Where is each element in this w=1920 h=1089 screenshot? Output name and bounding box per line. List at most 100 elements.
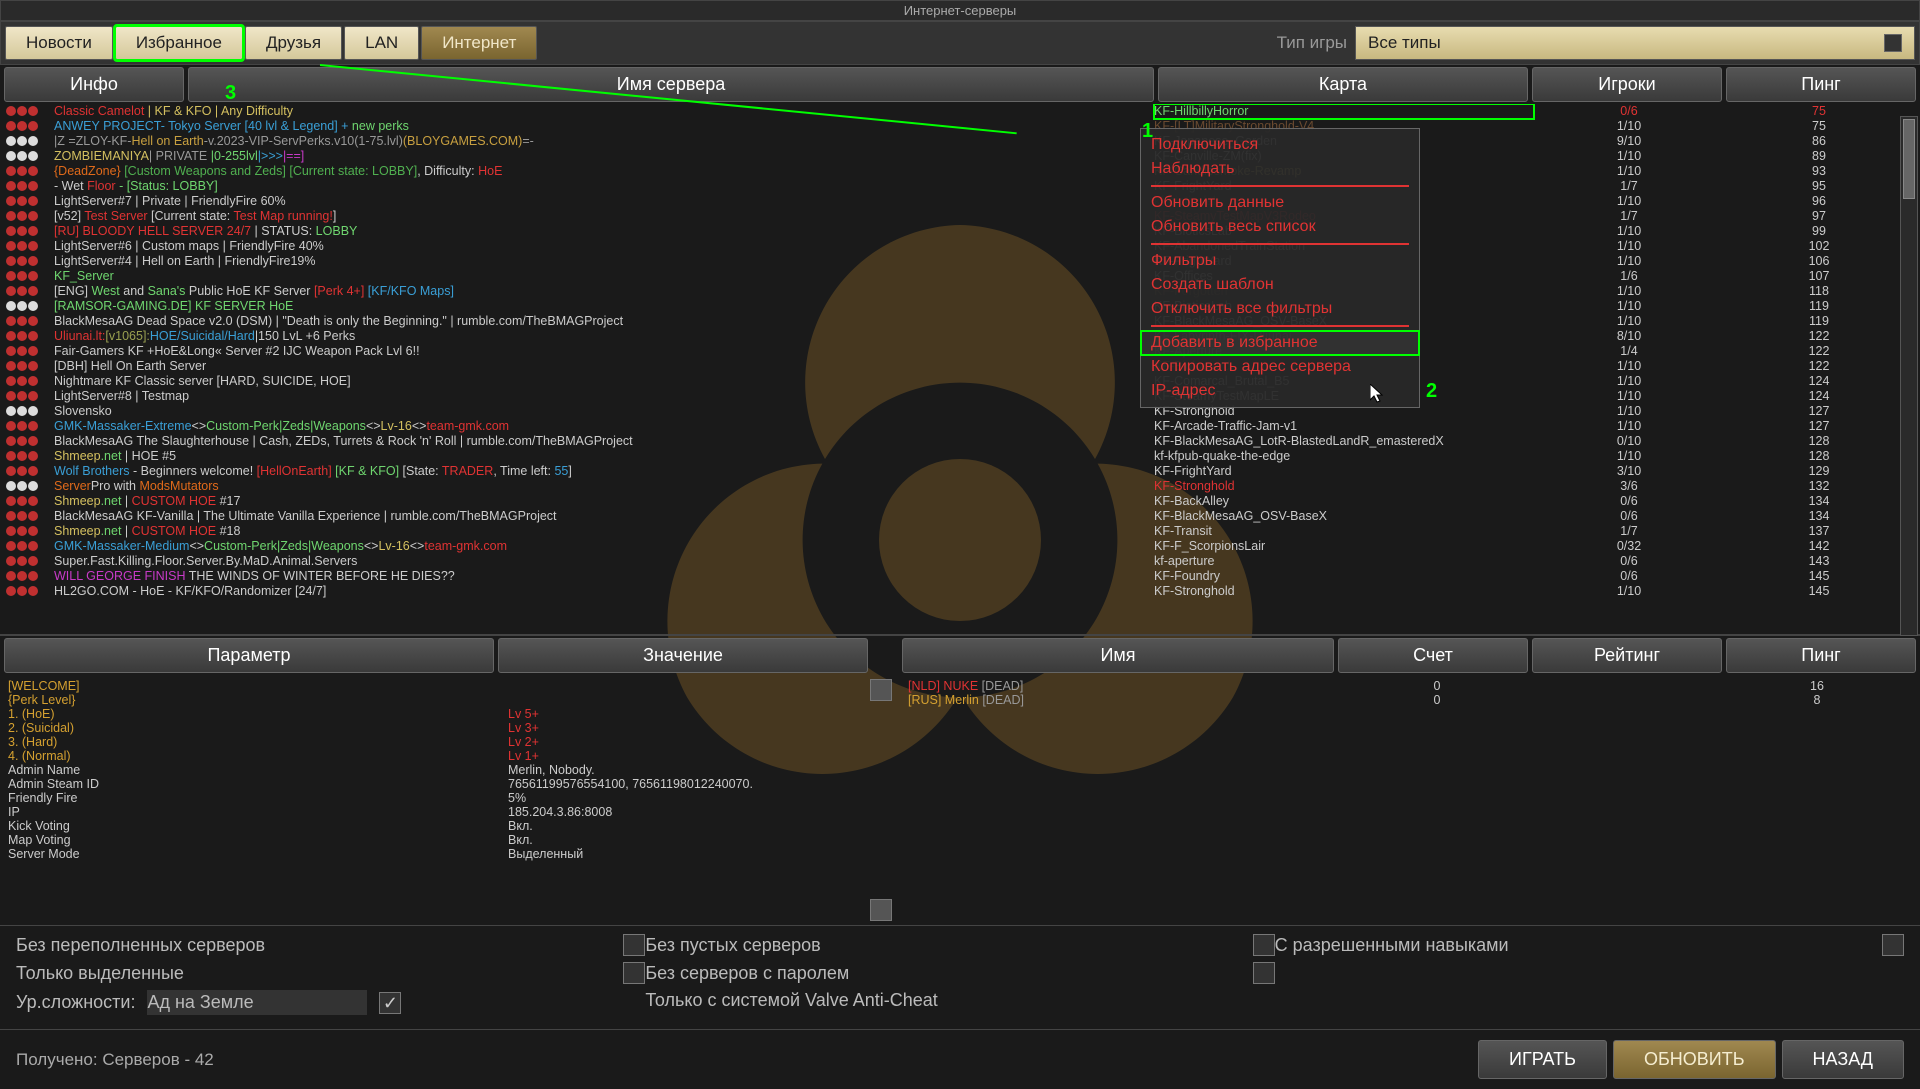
col-param[interactable]: Параметр [4,638,494,673]
tab-LAN[interactable]: LAN [344,26,419,60]
scroll-down-icon[interactable] [870,899,892,921]
param-row: Map Voting [8,833,492,847]
value-row: Вкл. [508,819,862,833]
difficulty-select[interactable]: Ад на Земле [147,990,367,1015]
server-row[interactable]: [RAMSOR-GAMING.DE] KF SERVER HoEKF-Bioti… [0,299,1920,314]
server-row[interactable]: Nightmare KF Classic server [HARD, SUICI… [0,374,1920,389]
annotation-2: 2 [1426,380,1437,403]
param-row: 1. (HoE) [8,707,492,721]
ctx-Подключиться[interactable]: Подключиться [1141,133,1419,157]
ctx-Копировать адрес сервера[interactable]: Копировать адрес сервера [1141,355,1419,379]
server-row[interactable]: BlackMesaAG Dead Space v2.0 (DSM) | "Dea… [0,314,1920,329]
col-map[interactable]: Карта [1158,67,1528,102]
col-score[interactable]: Счет [1338,638,1528,673]
filter-dedicated-checkbox[interactable] [623,962,645,984]
value-row: Merlin, Nobody. [508,763,862,777]
detail-values: Lv 5+Lv 3+Lv 2+Lv 1+ Merlin, Nobody.7656… [500,675,870,925]
value-row: Lv 1+ [508,749,862,763]
server-row[interactable]: BlackMesaAG KF-Vanilla | The Ultimate Va… [0,509,1920,524]
filter-vac-label: Только с системой Valve Anti-Cheat [645,990,1274,1011]
col-player-ping[interactable]: Пинг [1726,638,1916,673]
server-row[interactable]: Super.Fast.Killing.Floor.Server.By.MaD.A… [0,554,1920,569]
col-players[interactable]: Игроки [1532,67,1722,102]
scrollbar[interactable] [1900,116,1918,636]
col-server-name[interactable]: Имя сервера [188,67,1154,102]
value-row: 76561199576554100, 76561198012240070. [508,777,862,791]
server-row[interactable]: [DBH] Hell On Earth ServerKF-Biohazard1/… [0,359,1920,374]
ctx-IP-адрес[interactable]: IP-адрес [1141,379,1419,403]
ctx-Создать шаблон[interactable]: Создать шаблон [1141,273,1419,297]
server-row[interactable]: ANWEY PROJECT- Tokyo Server [40 lvl & Le… [0,119,1920,134]
server-row[interactable]: {DeadZone} [Custom Weapons and Zeds] [Cu… [0,164,1920,179]
value-row: Вкл. [508,833,862,847]
refresh-button[interactable]: ОБНОВИТЬ [1613,1040,1776,1079]
server-row[interactable]: [RU] BLOODY HELL SERVER 24/7 | STATUS: L… [0,224,1920,239]
col-rating[interactable]: Рейтинг [1532,638,1722,673]
tab-Новости[interactable]: Новости [5,26,113,60]
value-row: 5% [508,791,862,805]
game-type-label: Тип игры [1277,33,1347,53]
server-row[interactable]: Wolf Brothers - Beginners welcome! [Hell… [0,464,1920,479]
server-row[interactable]: LightServer#6 | Custom maps | FriendlyFi… [0,239,1920,254]
ctx-Добавить в избранное[interactable]: Добавить в избранное [1141,331,1419,355]
col-info[interactable]: Инфо [4,67,184,102]
server-row[interactable]: GMK-Massaker-Medium<>Custom-Perk|Zeds|We… [0,539,1920,554]
scroll-up-icon[interactable] [870,679,892,701]
tab-Интернет[interactable]: Интернет [421,26,537,60]
ctx-Обновить весь список[interactable]: Обновить весь список [1141,215,1419,239]
server-row[interactable]: SlovenskoKF-Stronghold1/10127 [0,404,1920,419]
server-row[interactable]: ServerPro with ModsMutatorsKF-Stronghold… [0,479,1920,494]
detail-params: [WELCOME]{Perk Level}1. (HoE)2. (Suicida… [0,675,500,925]
server-row[interactable]: |Z =ZLOY-KF-Hell on Earth-v.2023-VIP-Ser… [0,134,1920,149]
server-row[interactable]: BlackMesaAG The Slaughterhouse | Cash, Z… [0,434,1920,449]
filter-difficulty-checkbox[interactable] [379,992,401,1014]
bottom-bar: Получено: Серверов - 42 ИГРАТЬ ОБНОВИТЬ … [0,1029,1920,1089]
server-row[interactable]: Shmeep.net | HOE #5kf-kfpub-quake-the-ed… [0,449,1920,464]
play-button[interactable]: ИГРАТЬ [1478,1040,1607,1079]
value-row: Lv 2+ [508,735,862,749]
param-row: Admin Name [8,763,492,777]
filter-perks-checkbox[interactable] [1882,934,1904,956]
ctx-Обновить данные[interactable]: Обновить данные [1141,191,1419,215]
game-type-select[interactable]: Все типы [1355,26,1915,60]
server-row[interactable]: Shmeep.net | CUSTOM HOE #17KF-BackAlley0… [0,494,1920,509]
value-row: Выделенный [508,847,862,861]
server-row[interactable]: HL2GO.COM - HoE - KF/KFO/Randomizer [24/… [0,584,1920,599]
back-button[interactable]: НАЗАД [1782,1040,1904,1079]
server-row[interactable]: LightServer#8 | TestmapKF-SteamyTestMapL… [0,389,1920,404]
filter-difficulty-label: Ур.сложности: [16,992,135,1013]
param-row: IP [8,805,492,819]
server-row[interactable]: WILL GEORGE FINISH THE WINDS OF WINTER B… [0,569,1920,584]
server-row[interactable]: Uliunai.lt:[v1065]:HOE/Suicidal/Hard|150… [0,329,1920,344]
ctx-Отключить все фильтры[interactable]: Отключить все фильтры [1141,297,1419,321]
server-row[interactable]: [v52] Test Server [Current state: Test M… [0,209,1920,224]
server-row[interactable]: GMK-Massaker-Extreme<>Custom-Perk|Zeds|W… [0,419,1920,434]
player-row[interactable]: [RUS] Merlin [DEAD] [908,693,1342,707]
ctx-Наблюдать[interactable]: Наблюдать [1141,157,1419,181]
chevron-down-icon[interactable] [1884,34,1902,52]
filter-no-full-checkbox[interactable] [623,934,645,956]
server-row[interactable]: ZOMBIEMANIYA| PRIVATE |0-255lvl|>>>|==]K… [0,149,1920,164]
col-player-name[interactable]: Имя [902,638,1334,673]
server-row[interactable]: KF_ServerKF-Offices1/6107 [0,269,1920,284]
server-row[interactable]: - Wet Floor - [Status: LOBBY]KF-FrightYa… [0,179,1920,194]
server-row[interactable]: Classic Camelot | KF & KFO | Any Difficu… [0,104,1920,119]
scrollbar-thumb[interactable] [1903,119,1915,199]
col-value[interactable]: Значение [498,638,868,673]
server-row[interactable]: [ENG] West and Sana's Public HoE KF Serv… [0,284,1920,299]
tab-Избранное[interactable]: Избранное [115,26,243,60]
player-row[interactable]: [NLD] NUKE [DEAD] [908,679,1342,693]
filter-no-empty-checkbox[interactable] [1253,934,1275,956]
server-row[interactable]: LightServer#4 | Hell on Earth | Friendly… [0,254,1920,269]
filter-no-password-checkbox[interactable] [1253,962,1275,984]
server-list[interactable]: Classic Camelot | KF & KFO | Any Difficu… [0,104,1920,634]
filter-perks-label: С разрешенными навыками [1275,935,1870,956]
server-row[interactable]: Fair-Gamers KF +HoE&Long« Server #2 IJC … [0,344,1920,359]
ctx-Фильтры[interactable]: Фильтры [1141,249,1419,273]
player-list: [NLD] NUKE [DEAD][RUS] Merlin [DEAD] 00 … [900,675,1920,925]
col-ping[interactable]: Пинг [1726,67,1916,102]
tab-Друзья[interactable]: Друзья [245,26,342,60]
context-menu[interactable]: ПодключитьсяНаблюдать Обновить данныеОбно… [1140,128,1420,408]
server-row[interactable]: Shmeep.net | CUSTOM HOE #18KF-Transit1/7… [0,524,1920,539]
server-row[interactable]: LightServer#7 | Private | FriendlyFire 6… [0,194,1920,209]
